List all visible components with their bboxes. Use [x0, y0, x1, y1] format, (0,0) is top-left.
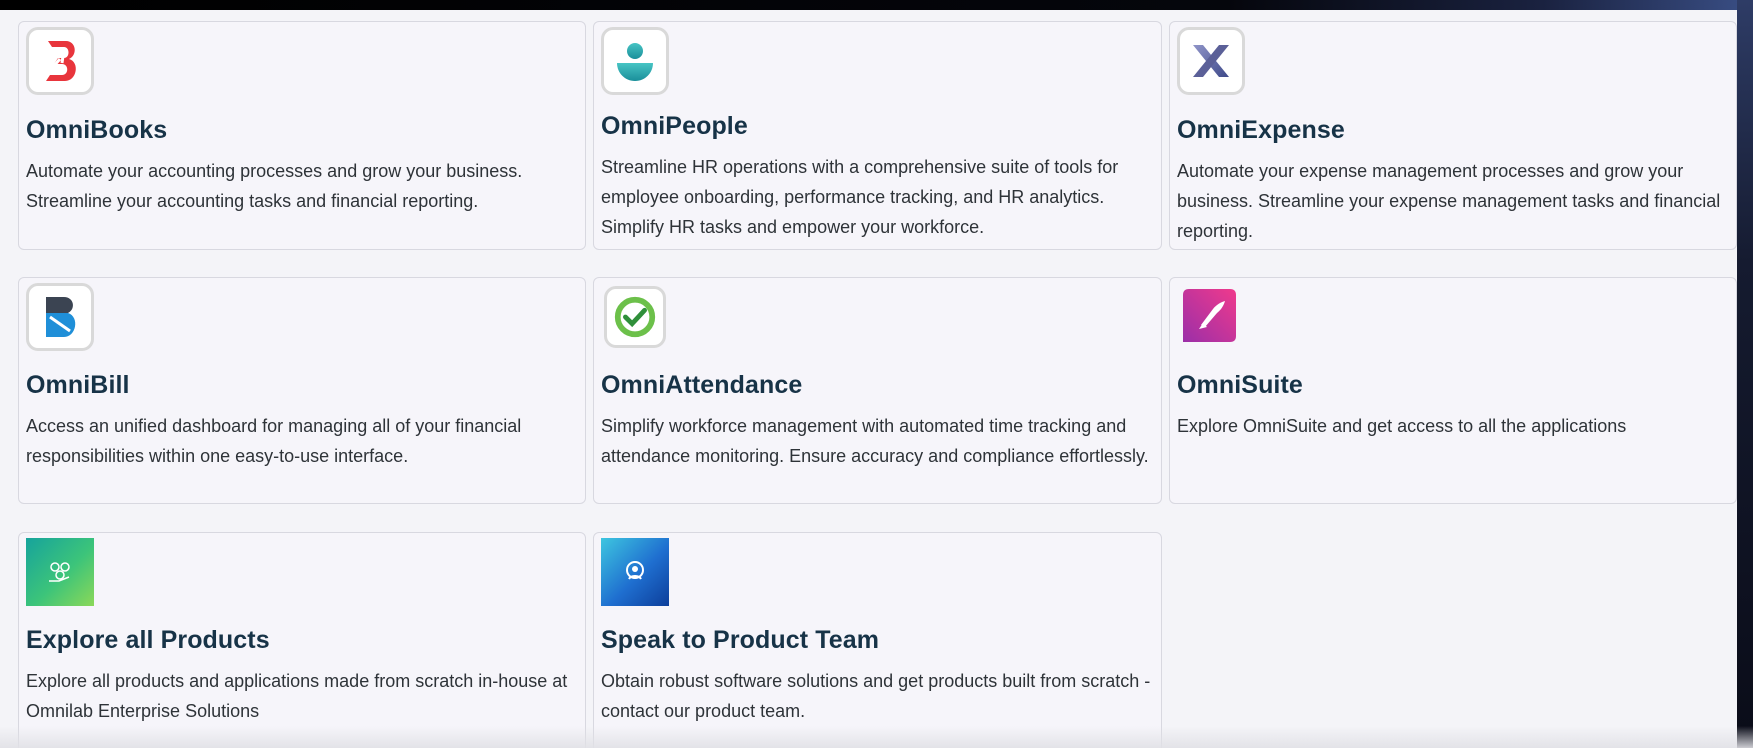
product-title: Explore all Products — [26, 626, 270, 654]
product-card-omnipeople[interactable]: OmniPeople Streamline HR operations with… — [593, 21, 1162, 250]
product-description: Explore OmniSuite and get access to all … — [1177, 416, 1627, 436]
omnisuite-rocket-icon — [1183, 289, 1236, 342]
product-card-omnibooks[interactable]: OmniBooks Automate your accounting proce… — [18, 21, 586, 250]
product-title: Speak to Product Team — [601, 626, 880, 654]
product-card-omnisuite[interactable]: OmniSuite Explore OmniSuite and get acce… — [1169, 277, 1737, 504]
explore-products-icon — [26, 538, 94, 606]
product-title: OmniAttendance — [601, 371, 803, 399]
support-agent-icon — [601, 538, 669, 606]
right-window-edge — [1737, 0, 1753, 748]
product-grid-page: OmniBooks Automate your accounting proce… — [0, 0, 1753, 748]
product-card-omnibill[interactable]: OmniBill Access an unified dashboard for… — [18, 277, 586, 504]
product-card-explore-all-products[interactable]: Explore all Products Explore all product… — [18, 532, 586, 748]
product-title: OmniSuite — [1177, 371, 1303, 399]
product-description: Automate your accounting processes and g… — [26, 161, 523, 211]
omnibill-logo-icon — [26, 283, 94, 351]
product-description: Access an unified dashboard for managing… — [26, 416, 522, 466]
product-description: Explore all products and applications ma… — [26, 671, 568, 721]
product-description: Simplify workforce management with autom… — [601, 416, 1149, 466]
product-title: OmniPeople — [601, 112, 748, 140]
product-title: OmniBill — [26, 371, 130, 399]
omniexpense-logo-icon — [1177, 27, 1245, 95]
product-description: Streamline HR operations with a comprehe… — [601, 157, 1119, 237]
omnibooks-logo-icon — [26, 27, 94, 95]
product-title: OmniExpense — [1177, 116, 1345, 144]
bottom-fade — [0, 726, 1753, 748]
product-title: OmniBooks — [26, 116, 168, 144]
product-description: Automate your expense management process… — [1177, 161, 1721, 241]
product-card-speak-to-product-team[interactable]: Speak to Product Team Obtain robust soft… — [593, 532, 1162, 748]
product-card-omniattendance[interactable]: OmniAttendance Simplify workforce manage… — [593, 277, 1162, 504]
omniattendance-logo-icon — [604, 286, 666, 348]
product-card-omniexpense[interactable]: OmniExpense Automate your expense manage… — [1169, 21, 1737, 250]
top-window-edge — [0, 0, 1753, 10]
product-description: Obtain robust software solutions and get… — [601, 671, 1151, 721]
omnipeople-logo-icon — [601, 27, 669, 95]
